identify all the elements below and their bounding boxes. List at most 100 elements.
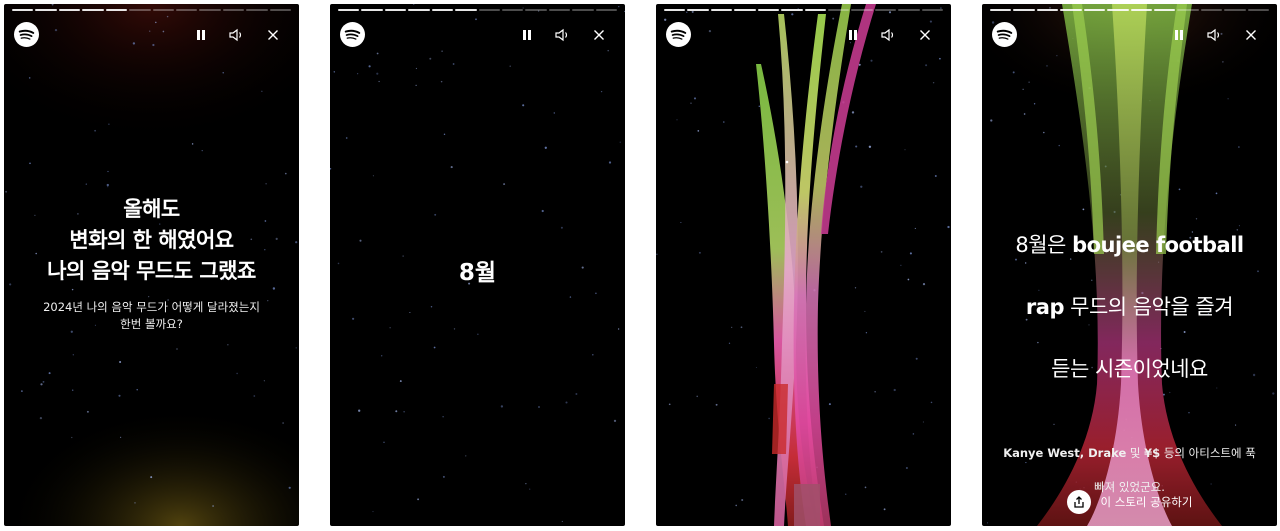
- star: [503, 183, 506, 186]
- story-progress-bar: [664, 9, 944, 11]
- star: [575, 393, 578, 395]
- star: [71, 389, 74, 391]
- close-icon[interactable]: [1241, 25, 1261, 45]
- star: [29, 162, 31, 165]
- progress-segment: [548, 9, 571, 11]
- progress-segment: [455, 9, 477, 11]
- star: [608, 161, 612, 164]
- star: [376, 52, 379, 55]
- progress-segment: [898, 9, 920, 11]
- star: [500, 405, 504, 408]
- star: [21, 390, 23, 392]
- artist-names: Kanye West, Drake: [1003, 446, 1127, 460]
- progress-segment: [12, 9, 34, 11]
- story-headline: 8월은 boujee football rap 무드의 음악을 즐겨 듣는 시즌…: [982, 199, 1277, 416]
- pause-icon[interactable]: [517, 25, 537, 45]
- progress-segment: [501, 9, 524, 11]
- headline-line-2: rap 무드의 음악을 즐겨: [982, 292, 1277, 323]
- star: [450, 166, 453, 169]
- volume-icon[interactable]: [553, 25, 573, 45]
- star: [417, 498, 420, 501]
- star: [399, 380, 402, 383]
- star: [412, 4, 415, 5]
- progress-segment: [175, 9, 198, 11]
- progress-segment: [1177, 9, 1199, 11]
- progress-segment: [1036, 9, 1059, 11]
- star: [380, 355, 383, 357]
- month-label: 8월: [458, 260, 497, 286]
- story-subline: 2024년 나의 음악 무드가 어떻게 달라졌는지 한번 볼까요?: [43, 300, 260, 331]
- story-headline: 올해도 변화의 한 해였어요 나의 음악 무드도 그랬죠: [47, 197, 256, 283]
- pause-icon[interactable]: [191, 25, 211, 45]
- volume-icon[interactable]: [1205, 25, 1225, 45]
- volume-icon[interactable]: [227, 25, 247, 45]
- star: [253, 395, 256, 397]
- star: [295, 347, 297, 349]
- star: [415, 67, 417, 70]
- progress-segment: [827, 9, 850, 11]
- progress-segment: [1013, 9, 1035, 11]
- progress-segment: [105, 9, 128, 11]
- star: [452, 63, 455, 65]
- star: [72, 354, 74, 356]
- star: [433, 346, 436, 349]
- progress-segment: [1130, 9, 1152, 11]
- story-text-block: 8월은 boujee football rap 무드의 음악을 즐겨 듣는 시즌…: [982, 199, 1277, 513]
- star: [475, 18, 477, 21]
- star: [28, 77, 31, 79]
- close-icon[interactable]: [263, 25, 283, 45]
- star: [263, 380, 265, 382]
- progress-segment: [757, 9, 780, 11]
- star: [541, 209, 544, 213]
- mood-name: rap: [1025, 295, 1065, 319]
- star: [166, 15, 169, 18]
- volume-icon[interactable]: [879, 25, 899, 45]
- star: [136, 388, 138, 391]
- star: [434, 213, 437, 216]
- subline-text: 및: [1126, 446, 1145, 460]
- star: [345, 137, 348, 139]
- star: [465, 455, 467, 457]
- star: [176, 348, 178, 350]
- star: [529, 488, 531, 490]
- star: [282, 422, 284, 424]
- headline-line-3: 듣는 시즌이었네요: [1051, 357, 1208, 381]
- star: [119, 360, 122, 364]
- star: [509, 65, 511, 67]
- pause-icon[interactable]: [1169, 25, 1189, 45]
- headline-text: 무드의 음악을 즐겨: [1063, 295, 1234, 319]
- star: [150, 476, 153, 479]
- share-story-row[interactable]: 이 스토리 공유하기: [982, 490, 1277, 514]
- share-icon[interactable]: [1066, 490, 1091, 514]
- pause-icon[interactable]: [843, 25, 863, 45]
- star: [409, 312, 411, 313]
- star: [477, 333, 479, 335]
- star: [383, 441, 385, 443]
- star: [119, 436, 122, 439]
- progress-segment: [1247, 9, 1270, 11]
- star: [624, 10, 625, 12]
- star: [85, 183, 87, 185]
- star: [39, 416, 43, 420]
- star: [191, 143, 194, 145]
- star: [227, 344, 229, 346]
- progress-segment: [781, 9, 803, 11]
- mood-ribbon-graphic: [756, 4, 876, 526]
- star: [618, 6, 620, 8]
- star: [71, 436, 73, 439]
- star: [40, 383, 43, 386]
- star: [595, 292, 597, 295]
- progress-segment: [1060, 9, 1082, 11]
- share-story-label[interactable]: 이 스토리 공유하기: [1101, 494, 1193, 510]
- progress-segment: [687, 9, 709, 11]
- star: [333, 71, 336, 73]
- progress-segment: [1083, 9, 1106, 11]
- headline-line-1: 8월은 boujee football: [982, 230, 1277, 261]
- headline-text: 8월은: [1015, 233, 1073, 257]
- progress-segment: [82, 9, 104, 11]
- progress-segment: [990, 9, 1012, 11]
- progress-segment: [804, 9, 826, 11]
- close-icon[interactable]: [915, 25, 935, 45]
- mood-name: boujee football: [1072, 233, 1244, 257]
- close-icon[interactable]: [589, 25, 609, 45]
